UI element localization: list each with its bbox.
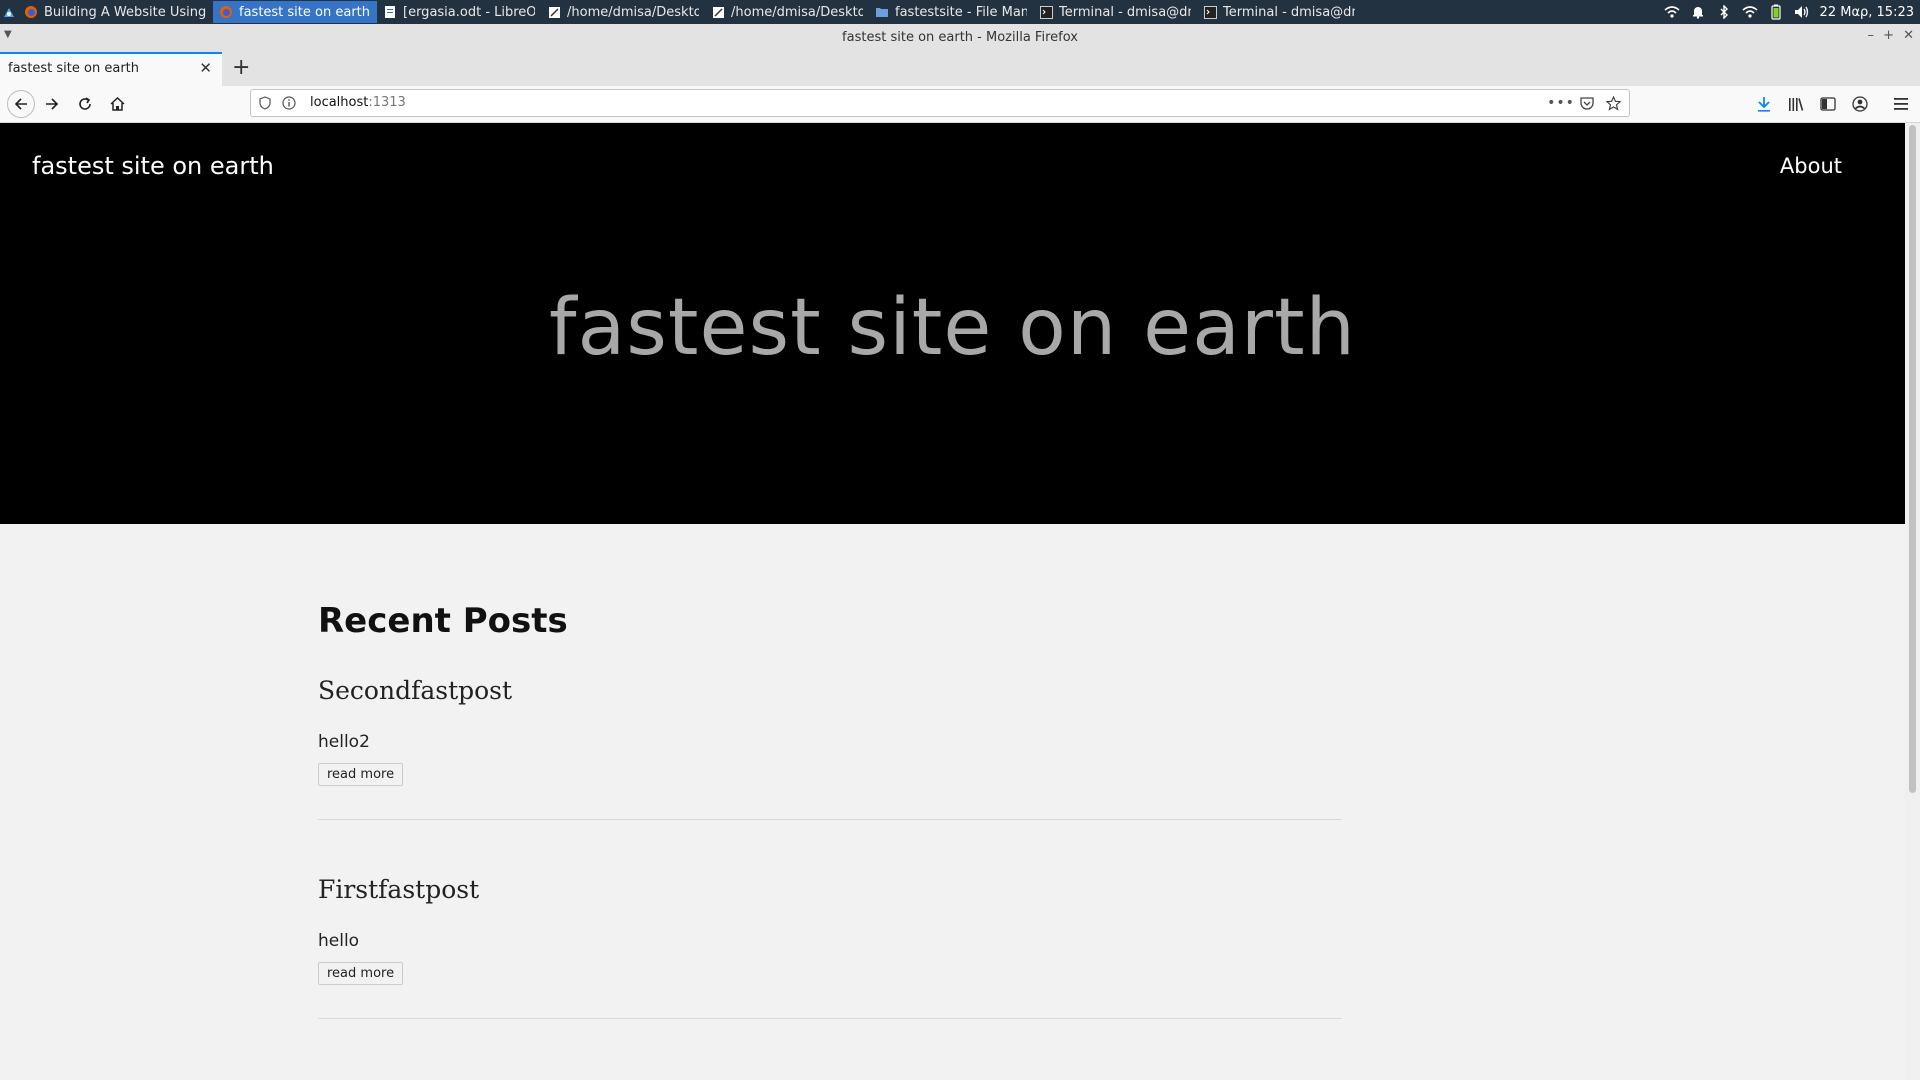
site-header: fastest site on earth About fastest site…	[0, 123, 1905, 524]
library-icon[interactable]	[1784, 92, 1808, 116]
scrollbar-thumb[interactable]	[1909, 125, 1916, 793]
taskbar-window-button[interactable]: Terminal - dmisa@dmisa-Le...	[1197, 1, 1361, 23]
bluetooth-icon[interactable]	[1716, 4, 1732, 20]
notification-bell-icon[interactable]	[1690, 4, 1706, 20]
taskbar-window-label: Building A Website Using Hu...	[44, 4, 207, 20]
editor-icon	[711, 5, 725, 19]
taskbar-window-button[interactable]: Building A Website Using Hu...	[18, 1, 213, 23]
read-more-button[interactable]: read more	[318, 763, 404, 786]
clock[interactable]: 22 Μαρ, 15:23	[1820, 5, 1914, 20]
tracking-protection-icon[interactable]	[257, 95, 273, 111]
taskbar-window-button[interactable]: [ergasia.odt - LibreOffice Wri...	[377, 1, 541, 23]
terminal-icon	[1039, 5, 1053, 19]
downloads-icon[interactable]	[1752, 92, 1776, 116]
taskbar-window-label: /home/dmisa/Desktop/faste...	[731, 4, 863, 20]
firefox-icon	[219, 5, 233, 19]
app-menu-icon[interactable]	[0, 0, 18, 24]
section-title: Recent Posts	[318, 601, 568, 641]
terminal-icon	[1203, 5, 1217, 19]
post-divider	[318, 1018, 1342, 1019]
sidebar-icon[interactable]	[1816, 92, 1840, 116]
network-icon[interactable]	[1742, 4, 1758, 20]
desktop-taskbar: Building A Website Using Hu... fastest si…	[0, 0, 1920, 24]
folder-icon	[875, 5, 889, 19]
window-title: fastest site on earth - Mozilla Firefox	[842, 30, 1078, 45]
taskbar-window-button[interactable]: /home/dmisa/Desktop/faste...	[705, 1, 869, 23]
maximize-icon[interactable]: +	[1883, 28, 1894, 43]
nav-about-link[interactable]: About	[1780, 154, 1842, 178]
post-title[interactable]: Secondfastpost	[318, 676, 1342, 705]
tab-title: fastest site on earth	[8, 61, 139, 76]
post-summary: hello2	[318, 732, 370, 752]
site-name-link[interactable]: fastest site on earth	[32, 152, 274, 180]
post-summary: hello	[318, 931, 360, 951]
taskbar-window-label: /home/dmisa/Desktop/faste...	[567, 4, 699, 20]
post-divider	[318, 819, 1342, 820]
read-more-button[interactable]: read more	[318, 962, 404, 985]
taskbar-window-button[interactable]: fastestsite - File Manager	[869, 1, 1033, 23]
taskbar-window-button[interactable]: /home/dmisa/Desktop/faste...	[541, 1, 705, 23]
tab-strip: fastest site on earth ✕ +	[0, 52, 1920, 86]
taskbar-window-button[interactable]: Terminal - dmisa@dmisa-Le...	[1033, 1, 1197, 23]
taskbar-window-label: Terminal - dmisa@dmisa-Le...	[1059, 4, 1191, 20]
close-tab-icon[interactable]: ✕	[199, 59, 212, 77]
minimize-icon[interactable]: –	[1868, 28, 1875, 43]
writer-icon	[383, 5, 397, 19]
post-item: Firstfastpost hello read more	[318, 875, 1342, 1019]
system-tray: 22 Μαρ, 15:23	[1664, 0, 1914, 24]
taskbar-window-label: fastest site on earth - Mozilla...	[239, 4, 371, 20]
page-actions-icon[interactable]: •••	[1547, 95, 1574, 111]
hero-title: fastest site on earth	[549, 283, 1356, 373]
window-titlebar: ▼ fastest site on earth - Mozilla Firefo…	[0, 24, 1920, 53]
post-item: Secondfastpost hello2 read more	[318, 676, 1342, 820]
reload-icon[interactable]	[73, 92, 97, 116]
web-page: fastest site on earth About fastest site…	[0, 123, 1905, 1080]
bookmark-star-icon[interactable]	[1605, 95, 1621, 111]
forward-icon[interactable]	[40, 92, 64, 116]
account-icon[interactable]	[1848, 92, 1872, 116]
url-host: localhost	[310, 95, 369, 110]
back-icon[interactable]	[7, 90, 35, 118]
taskbar-window-button[interactable]: fastest site on earth - Mozilla...	[213, 1, 377, 23]
battery-icon[interactable]	[1768, 4, 1784, 20]
hamburger-menu-icon[interactable]	[1889, 92, 1913, 116]
firefox-icon	[24, 5, 38, 19]
taskbar-window-label: Terminal - dmisa@dmisa-Le...	[1223, 4, 1355, 20]
pocket-icon[interactable]	[1579, 95, 1595, 111]
wifi-icon[interactable]	[1664, 4, 1680, 20]
navigation-toolbar: localhost:1313 •••	[0, 86, 1920, 123]
close-window-icon[interactable]: ✕	[1903, 28, 1914, 43]
url-bar[interactable]: localhost:1313 •••	[250, 89, 1630, 117]
taskbar-window-label: fastestsite - File Manager	[895, 4, 1027, 20]
taskbar-window-label: [ergasia.odt - LibreOffice Wri...	[403, 4, 535, 20]
new-tab-icon[interactable]: +	[232, 55, 250, 80]
site-info-icon[interactable]	[281, 95, 297, 111]
url-text[interactable]: localhost:1313	[310, 95, 406, 110]
url-port: :1313	[368, 95, 406, 110]
browser-tab[interactable]: fastest site on earth ✕	[0, 52, 222, 86]
volume-icon[interactable]	[1794, 4, 1810, 20]
post-title[interactable]: Firstfastpost	[318, 875, 1342, 904]
editor-icon	[547, 5, 561, 19]
home-icon[interactable]	[105, 92, 129, 116]
page-scrollbar[interactable]	[1905, 123, 1920, 1080]
